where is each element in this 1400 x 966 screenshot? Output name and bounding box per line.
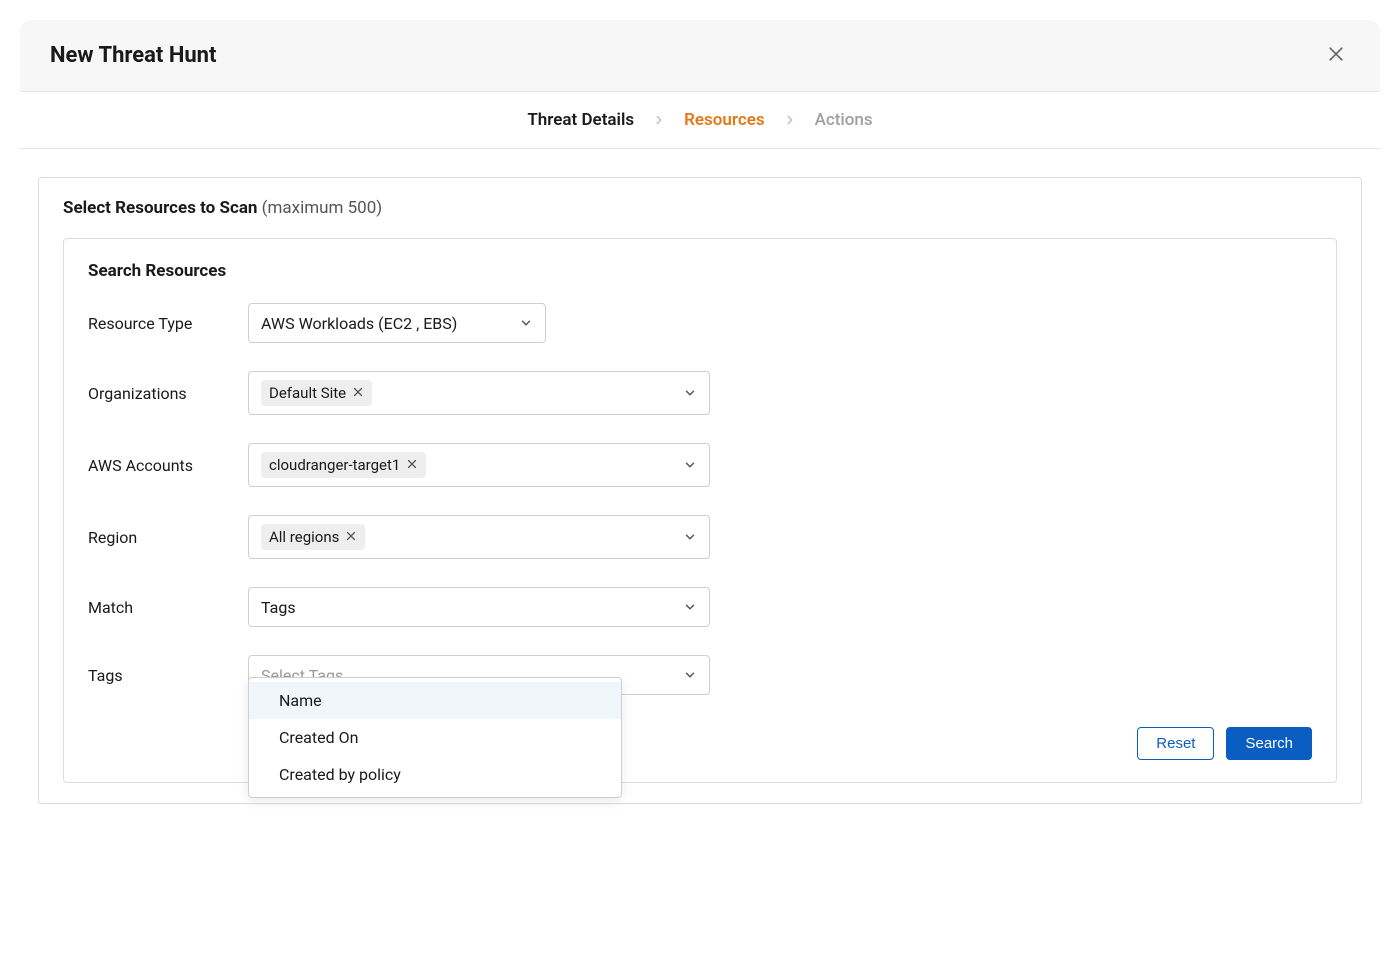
chevron-down-icon (519, 316, 533, 330)
chip-cloudranger-target1: cloudranger-target1 (261, 452, 426, 478)
panel-title-muted: (maximum 500) (262, 198, 383, 218)
breadcrumb-threat-details[interactable]: Threat Details (527, 110, 634, 130)
tag-option-name[interactable]: Name (249, 682, 621, 719)
breadcrumb-actions[interactable]: Actions (815, 110, 873, 130)
label-tags: Tags (88, 666, 248, 685)
breadcrumb: Threat Details Resources Actions (20, 92, 1380, 149)
label-aws-accounts: AWS Accounts (88, 456, 248, 475)
select-aws-accounts[interactable]: cloudranger-target1 (248, 443, 710, 487)
row-match: Match Tags (88, 587, 1312, 627)
close-icon (406, 456, 418, 474)
chevron-right-icon (652, 113, 666, 127)
tag-option-created-by-policy[interactable]: Created by policy (249, 756, 621, 793)
modal-header: New Threat Hunt (20, 20, 1380, 92)
page-title: New Threat Hunt (50, 43, 216, 68)
chevron-down-icon (683, 530, 697, 544)
chevron-down-icon (683, 458, 697, 472)
chevron-down-icon (683, 386, 697, 400)
close-icon (1326, 44, 1346, 67)
chip-label: cloudranger-target1 (269, 456, 400, 474)
chip-remove-button[interactable] (406, 456, 418, 474)
chip-container-aws-accounts: cloudranger-target1 (261, 452, 426, 478)
tags-dropdown-menu: Name Created On Created by policy (248, 677, 622, 798)
chip-container-region: All regions (261, 524, 365, 550)
tag-option-created-on[interactable]: Created On (249, 719, 621, 756)
row-organizations: Organizations Default Site (88, 371, 1312, 415)
chevron-down-icon (683, 600, 697, 614)
chevron-right-icon (783, 113, 797, 127)
chip-remove-button[interactable] (345, 528, 357, 546)
select-region[interactable]: All regions (248, 515, 710, 559)
chip-label: Default Site (269, 384, 346, 402)
reset-button[interactable]: Reset (1137, 727, 1214, 760)
row-region: Region All regions (88, 515, 1312, 559)
content-wrapper: Select Resources to Scan (maximum 500) S… (20, 149, 1380, 822)
select-resource-type[interactable]: AWS Workloads (EC2 , EBS) (248, 303, 546, 343)
select-match[interactable]: Tags (248, 587, 710, 627)
panel-title-strong: Select Resources to Scan (63, 198, 257, 218)
row-resource-type: Resource Type AWS Workloads (EC2 , EBS) (88, 303, 1312, 343)
chip-container-organizations: Default Site (261, 380, 372, 406)
label-organizations: Organizations (88, 384, 248, 403)
modal-container: New Threat Hunt Threat Details Resources… (20, 20, 1380, 822)
row-aws-accounts: AWS Accounts cloudranger-target1 (88, 443, 1312, 487)
label-resource-type: Resource Type (88, 314, 248, 333)
chip-remove-button[interactable] (352, 384, 364, 402)
search-resources-title: Search Resources (88, 261, 1312, 281)
select-value-resource-type: AWS Workloads (EC2 , EBS) (261, 314, 457, 333)
chip-all-regions: All regions (261, 524, 365, 550)
select-organizations[interactable]: Default Site (248, 371, 710, 415)
label-match: Match (88, 598, 248, 617)
chevron-down-icon (683, 668, 697, 682)
select-value-match: Tags (261, 598, 296, 617)
close-button[interactable] (1322, 40, 1350, 71)
label-region: Region (88, 528, 248, 547)
resources-panel: Select Resources to Scan (maximum 500) S… (38, 177, 1362, 804)
close-icon (352, 384, 364, 402)
close-icon (345, 528, 357, 546)
breadcrumb-resources[interactable]: Resources (684, 110, 765, 130)
search-resources-panel: Search Resources Resource Type AWS Workl… (63, 238, 1337, 783)
chip-label: All regions (269, 528, 339, 546)
panel-title: Select Resources to Scan (maximum 500) (63, 198, 1337, 218)
chip-default-site: Default Site (261, 380, 372, 406)
search-button[interactable]: Search (1226, 727, 1312, 760)
